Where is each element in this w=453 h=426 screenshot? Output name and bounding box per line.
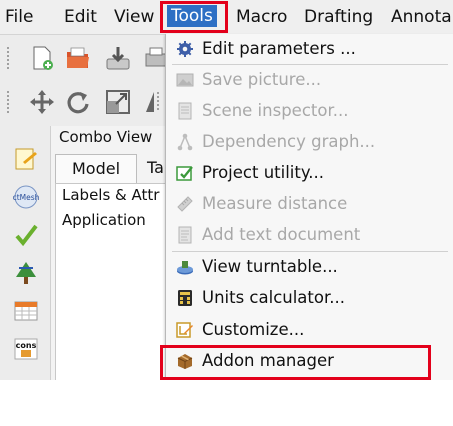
turntable-icon — [177, 261, 193, 275]
menu-item-units-calculator[interactable]: Units calculator... — [166, 283, 453, 313]
menu-item-label: Dependency graph... — [202, 132, 376, 151]
document-icon — [178, 102, 192, 120]
toolbar-grip[interactable] — [6, 46, 10, 70]
tab-model-label: Model — [71, 159, 121, 178]
combo-view-title: Combo View — [59, 128, 153, 146]
menu-file[interactable]: File — [5, 6, 33, 28]
menu-item-label: View turntable... — [202, 257, 338, 276]
customize-icon — [176, 322, 193, 338]
menu-item-view-turntable[interactable]: View turntable... — [166, 252, 453, 282]
graph-icon — [177, 133, 193, 151]
menu-item-save-picture[interactable]: Save picture... — [166, 65, 453, 95]
view-toolbar — [0, 80, 170, 124]
menu-item-label: Project utility... — [202, 163, 324, 182]
menu-item-label: Save picture... — [202, 70, 322, 89]
menu-item-label: Customize... — [202, 320, 305, 339]
menu-item-dependency-graph[interactable]: Dependency graph... — [166, 127, 453, 157]
tree-column-header[interactable]: Labels & Attr — [62, 186, 159, 204]
menu-item-project-utility[interactable]: Project utility... — [166, 158, 453, 188]
addon-manager-icon — [177, 354, 193, 369]
toolbar-grip[interactable] — [6, 90, 10, 114]
menu-item-label: Addon manager — [202, 351, 334, 370]
menu-item-label: Scene inspector... — [202, 101, 349, 120]
tab-model[interactable]: Model — [55, 154, 137, 183]
svg-text:ctMesh: ctMesh — [13, 193, 39, 202]
menu-item-add-text-document[interactable]: Add text document — [166, 220, 453, 250]
menu-view[interactable]: View — [114, 6, 154, 28]
draft-workbench-icon[interactable] — [13, 146, 39, 172]
calculator-icon — [178, 290, 192, 306]
tools-dropdown-menu: Edit parameters ... Save picture... Scen… — [165, 34, 453, 380]
tab-tasks[interactable]: Ta — [147, 154, 164, 182]
new-document-icon[interactable] — [28, 44, 56, 72]
mesh-workbench-icon[interactable]: ctMesh — [13, 184, 39, 210]
ruler-icon — [177, 196, 193, 212]
menu-item-measure-distance[interactable]: Measure distance — [166, 189, 453, 219]
picture-icon — [176, 73, 194, 87]
menu-macro[interactable]: Macro — [236, 6, 287, 28]
move-icon[interactable] — [28, 88, 56, 116]
text-document-icon — [178, 226, 192, 244]
spreadsheet-icon[interactable] — [13, 298, 39, 324]
gear-icon — [177, 41, 193, 57]
tree-item-application[interactable]: Application — [62, 211, 146, 229]
menu-edit[interactable]: Edit — [64, 6, 97, 28]
menu-bar: File Edit View Tools Macro Drafting Anno… — [0, 0, 453, 35]
menu-item-label: Units calculator... — [202, 288, 345, 307]
workbench-sidebar: ctMesh cons — [0, 126, 50, 380]
tree-workbench-icon[interactable] — [13, 260, 39, 286]
file-toolbar — [0, 36, 170, 80]
menu-item-label: Measure distance — [202, 194, 348, 213]
menu-annotation[interactable]: Annota — [391, 6, 452, 28]
check-icon[interactable] — [13, 222, 39, 248]
menu-item-edit-parameters[interactable]: Edit parameters ... — [166, 34, 453, 64]
combo-view-panel: Combo View Model Ta Labels & Attr Applic… — [50, 126, 183, 380]
scale-icon[interactable] — [104, 88, 132, 116]
menu-item-label: Add text document — [202, 225, 361, 244]
open-folder-icon[interactable] — [64, 44, 92, 72]
constraints-workbench-icon[interactable]: cons — [13, 336, 39, 362]
menu-drafting[interactable]: Drafting — [304, 6, 373, 28]
rotate-icon[interactable] — [64, 88, 92, 116]
freecad-window: File Edit View Tools Macro Drafting Anno… — [0, 0, 453, 380]
save-icon[interactable] — [104, 44, 132, 72]
menu-tools[interactable]: Tools — [167, 5, 217, 27]
svg-text:cons: cons — [16, 341, 37, 350]
menu-item-addon-manager[interactable]: Addon manager — [166, 346, 453, 376]
menu-item-customize[interactable]: Customize... — [166, 315, 453, 345]
menu-item-scene-inspector[interactable]: Scene inspector... — [166, 96, 453, 126]
project-utility-icon — [176, 166, 193, 181]
model-tree: Labels & Attr Application — [55, 183, 183, 380]
menu-item-label: Edit parameters ... — [202, 39, 356, 58]
tab-tasks-label: Ta — [147, 158, 164, 177]
